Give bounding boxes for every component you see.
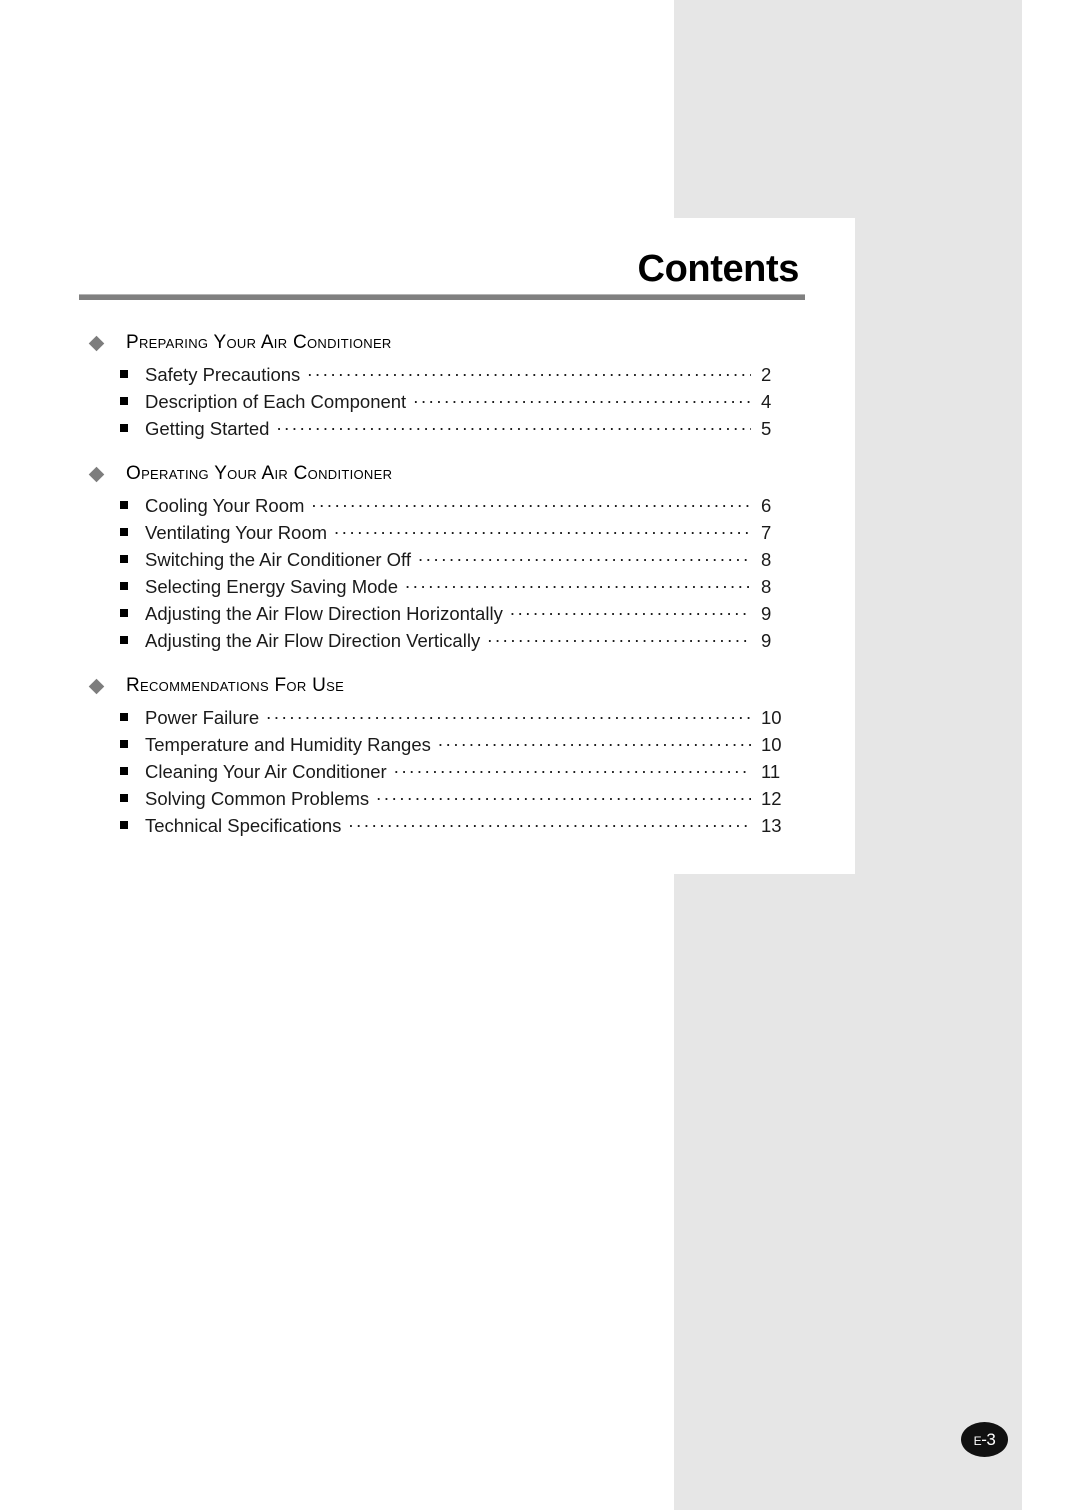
toc-entry[interactable]: Description of Each Component 4 (79, 389, 805, 416)
toc-entry-page-number: 12 (761, 787, 782, 809)
square-bullet-icon (120, 369, 128, 378)
toc-entry-page-number: 8 (761, 575, 772, 597)
square-bullet-icon (120, 554, 128, 563)
toc-entry[interactable]: Getting Started 5 (79, 416, 805, 443)
toc-section: Preparing Your Air Conditioner Safety Pre… (79, 330, 805, 443)
title-divider (79, 294, 805, 300)
dot-leader (510, 601, 751, 620)
square-bullet-icon (120, 635, 128, 644)
toc-entry-page-number: 11 (761, 760, 781, 782)
toc-entry-page-number: 5 (761, 417, 772, 439)
toc-entry-label: Getting Started (145, 417, 270, 439)
toc-entry-label: Power Failure (145, 706, 260, 728)
toc-entry-label: Switching the Air Conditioner Off (145, 548, 411, 570)
toc-entry-page-number: 10 (761, 733, 782, 755)
toc-entry[interactable]: Technical Specifications 13 (79, 813, 805, 840)
dot-leader (418, 547, 751, 566)
toc-entry-page-number: 9 (761, 602, 772, 624)
dot-leader (334, 520, 751, 539)
toc-entry-page-number: 13 (761, 814, 782, 836)
square-bullet-icon (120, 793, 128, 802)
toc-entry-page-number: 8 (761, 548, 772, 570)
toc-entry[interactable]: Power Failure 10 (79, 705, 805, 732)
toc-section: Recommendations For UsePower Failure10Te… (79, 673, 805, 840)
table-of-contents: Preparing Your Air Conditioner Safety Pre… (79, 330, 805, 840)
toc-entry[interactable]: Cooling Your Room 6 (79, 493, 805, 520)
toc-entry-label: Cooling Your Room (145, 494, 305, 516)
toc-entry-label: Selecting Energy Saving Mode (145, 575, 398, 597)
square-bullet-icon (120, 820, 128, 829)
dot-leader (376, 786, 751, 805)
toc-entry-label: Solving Common Problems (145, 787, 370, 809)
page-number-text: E-3 (974, 1431, 996, 1448)
page-number-badge: E-3 (961, 1422, 1008, 1457)
toc-entry-label: Cleaning Your Air Conditioner (145, 760, 387, 782)
toc-entry[interactable]: Switching the Air Conditioner Off 8 (79, 547, 805, 574)
toc-entry-page-number: 4 (761, 390, 772, 412)
toc-entry[interactable]: Selecting Energy Saving Mode 8 (79, 574, 805, 601)
toc-entry[interactable]: Temperature and Humidity Ranges 10 (79, 732, 805, 759)
dot-leader (438, 732, 751, 751)
dot-leader (276, 416, 751, 435)
square-bullet-icon (120, 396, 128, 405)
square-bullet-icon (120, 581, 128, 590)
toc-entry-page-number: 10 (761, 706, 782, 728)
square-bullet-icon (120, 500, 128, 509)
dot-leader (348, 813, 751, 832)
toc-entry[interactable]: Adjusting the Air Flow Direction Horizon… (79, 601, 805, 628)
toc-entry[interactable]: Ventilating Your Room 7 (79, 520, 805, 547)
toc-entry-page-number: 2 (761, 363, 772, 385)
diamond-bullet-icon (88, 466, 105, 482)
contents-body: Contents Preparing Your Air Conditioner S… (79, 250, 805, 858)
diamond-bullet-icon (88, 335, 105, 351)
dot-leader (413, 389, 751, 408)
dot-leader (307, 362, 751, 381)
square-bullet-icon (120, 423, 128, 432)
square-bullet-icon (120, 712, 128, 721)
toc-entry-label: Safety Precautions (145, 363, 301, 385)
toc-section-header: Recommendations For Use (79, 673, 805, 699)
toc-entry[interactable]: Cleaning Your Air Conditioner 11 (79, 759, 805, 786)
toc-entry-label: Ventilating Your Room (145, 521, 328, 543)
toc-entry-page-number: 9 (761, 629, 772, 651)
toc-entry-label: Temperature and Humidity Ranges (145, 733, 431, 755)
toc-entry-label: Adjusting the Air Flow Direction Horizon… (145, 602, 503, 624)
toc-section-header: Preparing Your Air Conditioner (79, 330, 805, 356)
page-canvas: Contents Preparing Your Air Conditioner S… (0, 0, 1080, 1510)
page-title: Contents (637, 248, 800, 290)
diamond-bullet-icon (88, 678, 105, 694)
toc-entry-label: Description of Each Component (145, 390, 407, 412)
toc-entry[interactable]: Safety Precautions 2 (79, 362, 805, 389)
square-bullet-icon (120, 766, 128, 775)
toc-entry-page-number: 6 (761, 494, 772, 516)
toc-section-header: Operating Your Air Conditioner (79, 461, 805, 487)
dot-leader (405, 574, 751, 593)
toc-section-title: Operating Your Air Conditioner (126, 463, 393, 484)
dot-leader (394, 759, 751, 778)
toc-section: Operating Your Air Conditioner Cooling Yo… (79, 461, 805, 655)
toc-entry-label: Technical Specifications (145, 814, 342, 836)
dot-leader (487, 628, 751, 647)
dot-leader (311, 493, 751, 512)
page-number-value: -3 (981, 1430, 996, 1449)
toc-entry-label: Adjusting the Air Flow Direction Vertica… (145, 629, 481, 651)
dot-leader (266, 705, 751, 724)
toc-entry[interactable]: Adjusting the Air Flow Direction Vertica… (79, 628, 805, 655)
toc-entry-page-number: 7 (761, 521, 772, 543)
square-bullet-icon (120, 739, 128, 748)
square-bullet-icon (120, 527, 128, 536)
toc-section-title: Recommendations For Use (126, 675, 345, 696)
toc-section-title: Preparing Your Air Conditioner (126, 332, 392, 353)
toc-entry[interactable]: Solving Common Problems 12 (79, 786, 805, 813)
square-bullet-icon (120, 608, 128, 617)
